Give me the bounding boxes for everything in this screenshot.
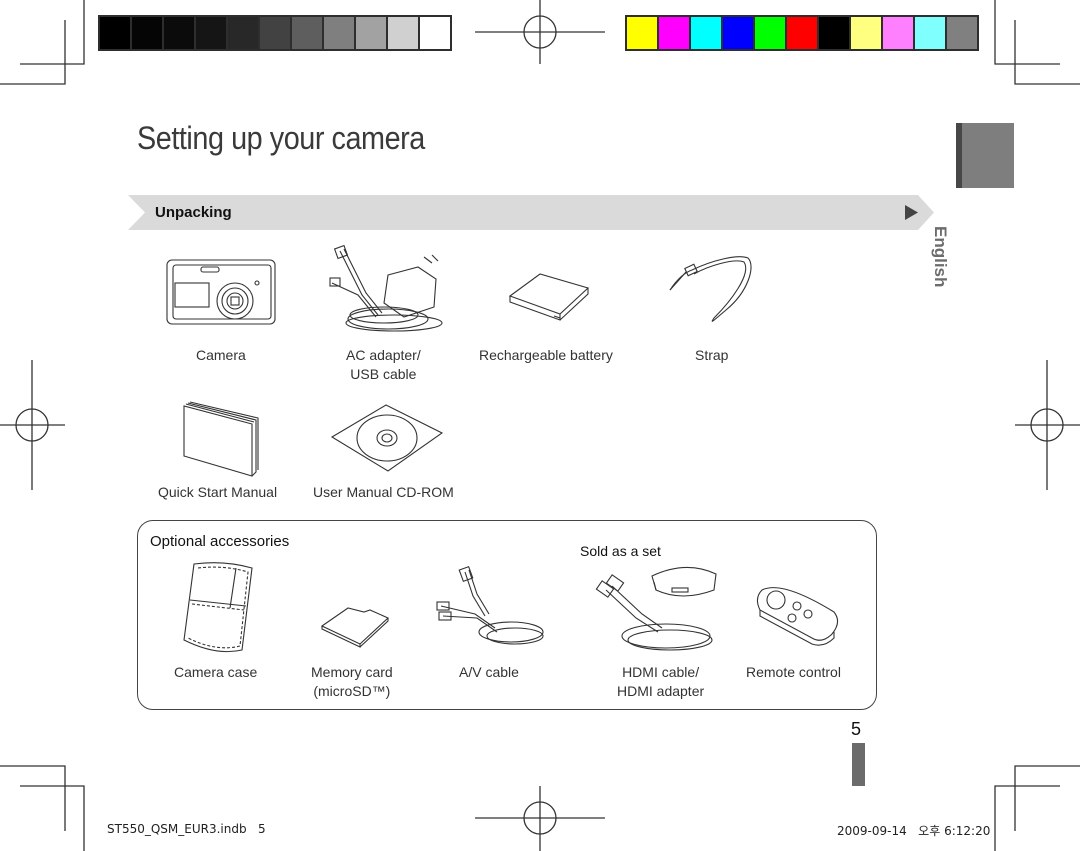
- cmyk-color-bar: [625, 15, 979, 51]
- color-swatch: [883, 17, 913, 49]
- registration-mark-bottom: [475, 786, 605, 851]
- item-label-ac-adapter: AC adapter/USB cable: [346, 347, 421, 382]
- optional-accessories-heading: Optional accessories: [150, 533, 290, 550]
- crop-mark-top-left-inner: [0, 20, 66, 85]
- language-label: English: [931, 226, 950, 288]
- sold-as-set-note: Sold as a set: [580, 543, 661, 559]
- item-label-camera: Camera: [196, 347, 246, 363]
- color-swatch: [851, 17, 881, 49]
- grayscale-swatch: [196, 17, 226, 49]
- registration-mark-right: [1015, 360, 1080, 490]
- page-title: Setting up your camera: [137, 120, 425, 156]
- color-swatch: [787, 17, 817, 49]
- item-label-battery: Rechargeable battery: [479, 347, 613, 363]
- color-swatch: [915, 17, 945, 49]
- crop-mark-top-right-inner: [1014, 20, 1080, 85]
- quick-start-manual-illustration: [183, 401, 259, 477]
- ac-adapter-usb-cable-illustration: [329, 244, 443, 332]
- grayscale-swatch: [356, 17, 386, 49]
- section-heading-unpacking: Unpacking: [155, 204, 232, 221]
- grayscale-color-bar: [98, 15, 452, 51]
- grayscale-swatch: [164, 17, 194, 49]
- remote-control-illustration: [756, 587, 839, 646]
- item-label-remote-control: Remote control: [746, 664, 841, 680]
- grayscale-swatch: [260, 17, 290, 49]
- crop-mark-bottom-right-inner: [994, 785, 1060, 851]
- hdmi-cable-adapter-illustration: [595, 566, 717, 651]
- color-swatch: [723, 17, 753, 49]
- language-tab: [956, 123, 1014, 188]
- footer-file-name: ST550_QSM_EUR3.indb 5: [107, 822, 266, 836]
- camera-case-illustration: [183, 562, 253, 653]
- footer-timestamp: 2009-09-14 오후 6:12:20: [837, 824, 991, 838]
- grayscale-swatch: [388, 17, 418, 49]
- cd-rom-illustration: [330, 404, 444, 472]
- crop-mark-bottom-right-outer: [1014, 765, 1080, 831]
- crop-mark-bottom-left-outer: [0, 765, 66, 831]
- battery-illustration: [508, 273, 590, 321]
- color-swatch: [819, 17, 849, 49]
- camera-illustration: [166, 259, 276, 325]
- color-swatch: [627, 17, 657, 49]
- color-swatch: [947, 17, 977, 49]
- registration-mark-top: [475, 0, 605, 64]
- color-swatch: [691, 17, 721, 49]
- grayscale-swatch: [100, 17, 130, 49]
- item-label-camera-case: Camera case: [174, 664, 258, 680]
- section-header-bar: [128, 195, 934, 230]
- memory-card-illustration: [320, 607, 389, 648]
- item-label-hdmi: HDMI cable/HDMI adapter: [617, 664, 705, 699]
- grayscale-swatch: [420, 17, 450, 49]
- crop-mark-top-right-outer: [994, 0, 1060, 65]
- registration-mark-left: [0, 360, 65, 490]
- color-swatch: [755, 17, 785, 49]
- item-label-strap: Strap: [695, 347, 729, 363]
- item-label-quick-start-manual: Quick Start Manual: [158, 484, 278, 500]
- grayscale-swatch: [324, 17, 354, 49]
- page-tab-marker: [852, 743, 865, 786]
- grayscale-swatch: [132, 17, 162, 49]
- av-cable-illustration: [436, 565, 544, 645]
- item-label-memory-card: Memory card (microSD™): [311, 664, 393, 699]
- grayscale-swatch: [292, 17, 322, 49]
- grayscale-swatch: [228, 17, 258, 49]
- crop-mark-top-left-outer: [20, 0, 85, 65]
- crop-mark-bottom-left-inner: [20, 785, 85, 851]
- item-label-av-cable: A/V cable: [459, 664, 519, 680]
- page-number: 5: [851, 719, 862, 739]
- item-label-cd-rom: User Manual CD-ROM: [313, 484, 454, 500]
- strap-illustration: [669, 256, 752, 322]
- color-swatch: [659, 17, 689, 49]
